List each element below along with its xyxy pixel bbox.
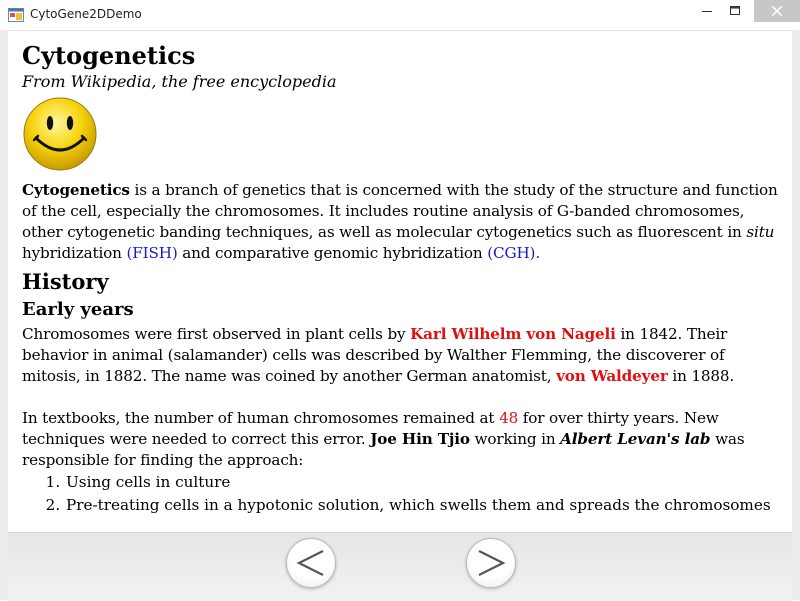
title-bar: CytoGene2DDemo bbox=[0, 0, 800, 31]
article: Cytogenetics From Wikipedia, the free en… bbox=[22, 41, 782, 517]
list-item: Using cells in culture bbox=[65, 471, 782, 494]
intro-text-1: is a branch of genetics that is concerne… bbox=[22, 181, 778, 241]
p2-text-3: working in bbox=[469, 430, 561, 448]
minimize-icon bbox=[702, 11, 712, 12]
page-subtitle: From Wikipedia, the free encyclopedia bbox=[22, 72, 337, 91]
chevron-right-icon bbox=[478, 550, 506, 576]
nageli-link[interactable]: Karl Wilhelm von Nageli bbox=[410, 325, 616, 343]
window-title: CytoGene2DDemo bbox=[30, 7, 142, 21]
chevron-left-icon bbox=[296, 550, 324, 576]
app-window-icon bbox=[8, 8, 24, 22]
page-title: Cytogenetics bbox=[22, 41, 196, 70]
window-frame-left bbox=[0, 30, 8, 600]
fish-link[interactable]: (FISH) bbox=[126, 244, 177, 262]
chromosome-count: 48 bbox=[499, 409, 519, 427]
window-frame-right bbox=[792, 30, 800, 600]
p1-text-3: in 1888. bbox=[667, 367, 735, 385]
minimize-button[interactable] bbox=[692, 0, 722, 22]
history-paragraph-1: Chromosomes were first observed in plant… bbox=[22, 324, 782, 387]
intro-situ: situ bbox=[746, 223, 775, 241]
early-years-heading: Early years bbox=[22, 299, 134, 320]
list-item: Pre-treating cells in a hypotonic soluti… bbox=[65, 494, 782, 517]
close-icon bbox=[772, 6, 782, 16]
intro-term: Cytogenetics bbox=[22, 181, 130, 199]
intro-text-2: hybridization bbox=[22, 244, 127, 262]
tjio-name: Joe Hin Tjio bbox=[370, 430, 470, 448]
levan-lab: Albert Levan's lab bbox=[560, 430, 711, 448]
close-button[interactable] bbox=[754, 0, 800, 22]
p2-text-1: In textbooks, the number of human chromo… bbox=[22, 409, 500, 427]
maximize-icon bbox=[730, 6, 740, 15]
next-page-button[interactable] bbox=[466, 538, 516, 588]
cgh-link[interactable]: (CGH). bbox=[487, 244, 540, 262]
navigation-toolbar bbox=[8, 532, 792, 601]
previous-page-button[interactable] bbox=[286, 538, 336, 588]
p1-text-1: Chromosomes were first observed in plant… bbox=[22, 325, 411, 343]
smiley-face-icon bbox=[23, 97, 97, 171]
steps-list: Using cells in culture Pre-treating cell… bbox=[22, 471, 782, 517]
waldeyer-link[interactable]: von Waldeyer bbox=[556, 367, 668, 385]
history-heading: History bbox=[22, 269, 109, 294]
maximize-button[interactable] bbox=[720, 0, 750, 22]
intro-paragraph: Cytogenetics is a branch of genetics tha… bbox=[22, 180, 782, 264]
document-panel[interactable]: Cytogenetics From Wikipedia, the free en… bbox=[8, 31, 792, 531]
intro-text-3: and comparative genomic hybridization bbox=[177, 244, 488, 262]
history-paragraph-2: In textbooks, the number of human chromo… bbox=[22, 408, 782, 471]
